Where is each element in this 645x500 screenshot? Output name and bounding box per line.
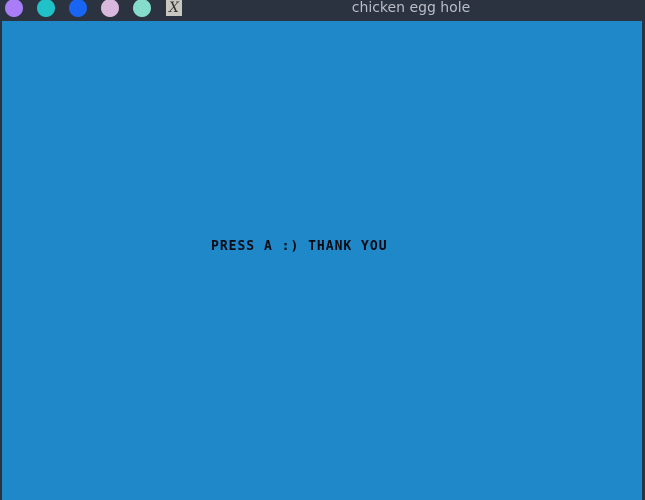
- purple-dot-button[interactable]: [5, 0, 23, 17]
- title-bar[interactable]: X chicken egg hole: [0, 0, 645, 20]
- x-icon[interactable]: X: [166, 0, 182, 16]
- window-title: chicken egg hole: [351, 0, 471, 16]
- blue-dot-button[interactable]: [69, 0, 87, 17]
- mint-dot-button[interactable]: [133, 0, 151, 17]
- game-message: PRESS A :) THANK YOU: [211, 239, 388, 254]
- teal-dot-button[interactable]: [37, 0, 55, 17]
- pink-dot-button[interactable]: [101, 0, 119, 17]
- app-window: X chicken egg hole PRESS A :) THANK YOU: [0, 0, 645, 500]
- game-canvas[interactable]: PRESS A :) THANK YOU: [2, 21, 642, 500]
